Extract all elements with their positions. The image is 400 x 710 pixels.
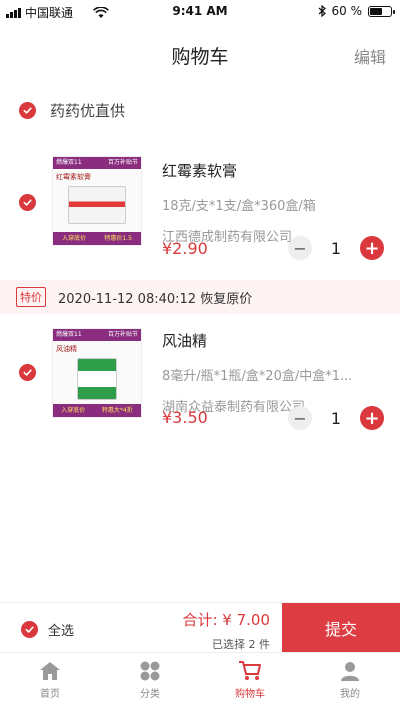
tab-home-label: 首页 bbox=[40, 689, 60, 700]
foot-left: 入穿底价 bbox=[62, 235, 87, 242]
page-title: 购物车 bbox=[171, 46, 229, 68]
promo-text: 2020-11-12 08:40:12 恢复原价 bbox=[58, 291, 253, 307]
product-box-graphic bbox=[77, 358, 117, 400]
tab-cart[interactable]: 购物车 bbox=[200, 653, 300, 710]
product-spec: 18克/支*1支/盒*360盒/箱 bbox=[162, 199, 316, 214]
submit-button[interactable]: 提交 bbox=[282, 603, 400, 653]
product-box-graphic bbox=[68, 186, 126, 224]
foot-left: 入穿底价 bbox=[61, 407, 86, 414]
edit-button[interactable]: 编辑 bbox=[354, 44, 386, 68]
quantity-value[interactable]: 1 bbox=[312, 409, 360, 428]
banner-left: 燃爆双11 bbox=[56, 331, 82, 338]
product-price: ¥2.90 bbox=[162, 239, 208, 258]
increase-button[interactable]: + bbox=[360, 236, 384, 260]
tab-home[interactable]: 首页 bbox=[0, 653, 100, 710]
foot-right: 特惠大*4折 bbox=[101, 407, 133, 414]
banner-right: 百万补贴节 bbox=[107, 331, 138, 338]
tab-cart-label: 购物车 bbox=[235, 689, 265, 700]
promo-banner: 燃爆双11 百万补贴节 bbox=[53, 157, 141, 169]
tab-profile-label: 我的 bbox=[340, 689, 360, 700]
promo-row: 特价 2020-11-12 08:40:12 恢复原价 bbox=[0, 280, 400, 314]
thumb-product-name: 风油精 bbox=[56, 345, 77, 353]
battery-icon bbox=[368, 5, 395, 17]
selected-count: 已选择 2 件 bbox=[212, 638, 270, 651]
checkmark-icon bbox=[23, 107, 32, 114]
promo-tag: 特价 bbox=[16, 287, 46, 307]
promo-footer: 入穿底价 特惠大*4折 bbox=[53, 404, 141, 417]
quantity-value[interactable]: 1 bbox=[312, 239, 360, 258]
product-price: ¥3.50 bbox=[162, 408, 208, 427]
quantity-stepper: − 1 + bbox=[288, 406, 384, 430]
cart-item: 燃爆双11 百万补贴节 红霉素软膏 入穿底价 特惠价1.5 红霉素软膏 18克/… bbox=[0, 150, 400, 270]
order-total: 合计: ¥ 7.00 已选择 2 件 bbox=[182, 609, 270, 652]
promo-banner: 燃爆双11 百万补贴节 bbox=[53, 329, 141, 341]
home-icon bbox=[40, 662, 60, 680]
tab-profile[interactable]: 我的 bbox=[300, 653, 400, 710]
user-icon bbox=[341, 662, 359, 681]
battery-percent: 60 % bbox=[331, 4, 363, 18]
tab-bar: 首页 分类 购物车 我的 bbox=[0, 652, 400, 710]
product-info: 红霉素软膏 18克/支*1支/盒*360盒/箱 江西德成制药有限公司 bbox=[162, 160, 384, 245]
select-all[interactable]: 全选 bbox=[21, 620, 74, 639]
nav-bar: 购物车 编辑 bbox=[0, 22, 400, 88]
status-bar: 中国联通 9:41 AM 60 % bbox=[0, 0, 400, 22]
category-icon bbox=[140, 661, 160, 681]
bluetooth-icon bbox=[318, 5, 326, 17]
product-image[interactable]: 燃爆双11 百万补贴节 红霉素软膏 入穿底价 特惠价1.5 bbox=[52, 156, 142, 246]
item-checkbox[interactable] bbox=[19, 364, 36, 381]
store-name: 药药优直供 bbox=[50, 102, 126, 120]
checkmark-icon bbox=[23, 199, 32, 206]
tab-category-label: 分类 bbox=[140, 689, 160, 700]
tab-category[interactable]: 分类 bbox=[100, 653, 200, 710]
promo-footer: 入穿底价 特惠价1.5 bbox=[53, 232, 141, 245]
status-right: 60 % bbox=[318, 4, 395, 18]
banner-right: 百万补贴节 bbox=[107, 159, 138, 166]
checkout-bar: 全选 合计: ¥ 7.00 已选择 2 件 提交 bbox=[0, 602, 400, 653]
total-amount: 合计: ¥ 7.00 bbox=[182, 611, 270, 629]
decrease-button[interactable]: − bbox=[288, 406, 312, 430]
store-checkbox[interactable] bbox=[19, 102, 36, 119]
quantity-stepper: − 1 + bbox=[288, 236, 384, 260]
foot-right: 特惠价1.5 bbox=[104, 235, 132, 242]
product-title[interactable]: 风油精 bbox=[162, 330, 384, 351]
item-checkbox[interactable] bbox=[19, 194, 36, 211]
select-all-label: 全选 bbox=[48, 624, 75, 639]
store-header: 药药优直供 bbox=[19, 100, 125, 121]
thumb-product-name: 红霉素软膏 bbox=[56, 173, 91, 181]
select-all-checkbox[interactable] bbox=[21, 621, 38, 638]
product-spec: 8毫升/瓶*1瓶/盒*20盒/中盒*1... bbox=[162, 369, 353, 384]
product-title[interactable]: 红霉素软膏 bbox=[162, 160, 384, 181]
cart-item: 燃爆双11 百万补贴节 风油精 入穿底价 特惠大*4折 风油精 8毫升/瓶*1瓶… bbox=[0, 322, 400, 442]
product-image[interactable]: 燃爆双11 百万补贴节 风油精 入穿底价 特惠大*4折 bbox=[52, 328, 142, 418]
banner-left: 燃爆双11 bbox=[56, 159, 82, 166]
decrease-button[interactable]: − bbox=[288, 236, 312, 260]
product-info: 风油精 8毫升/瓶*1瓶/盒*20盒/中盒*1... 湖南众益泰制药有限公司 bbox=[162, 330, 384, 415]
increase-button[interactable]: + bbox=[360, 406, 384, 430]
checkmark-icon bbox=[25, 626, 34, 633]
cart-icon bbox=[239, 661, 261, 680]
checkmark-icon bbox=[23, 369, 32, 376]
